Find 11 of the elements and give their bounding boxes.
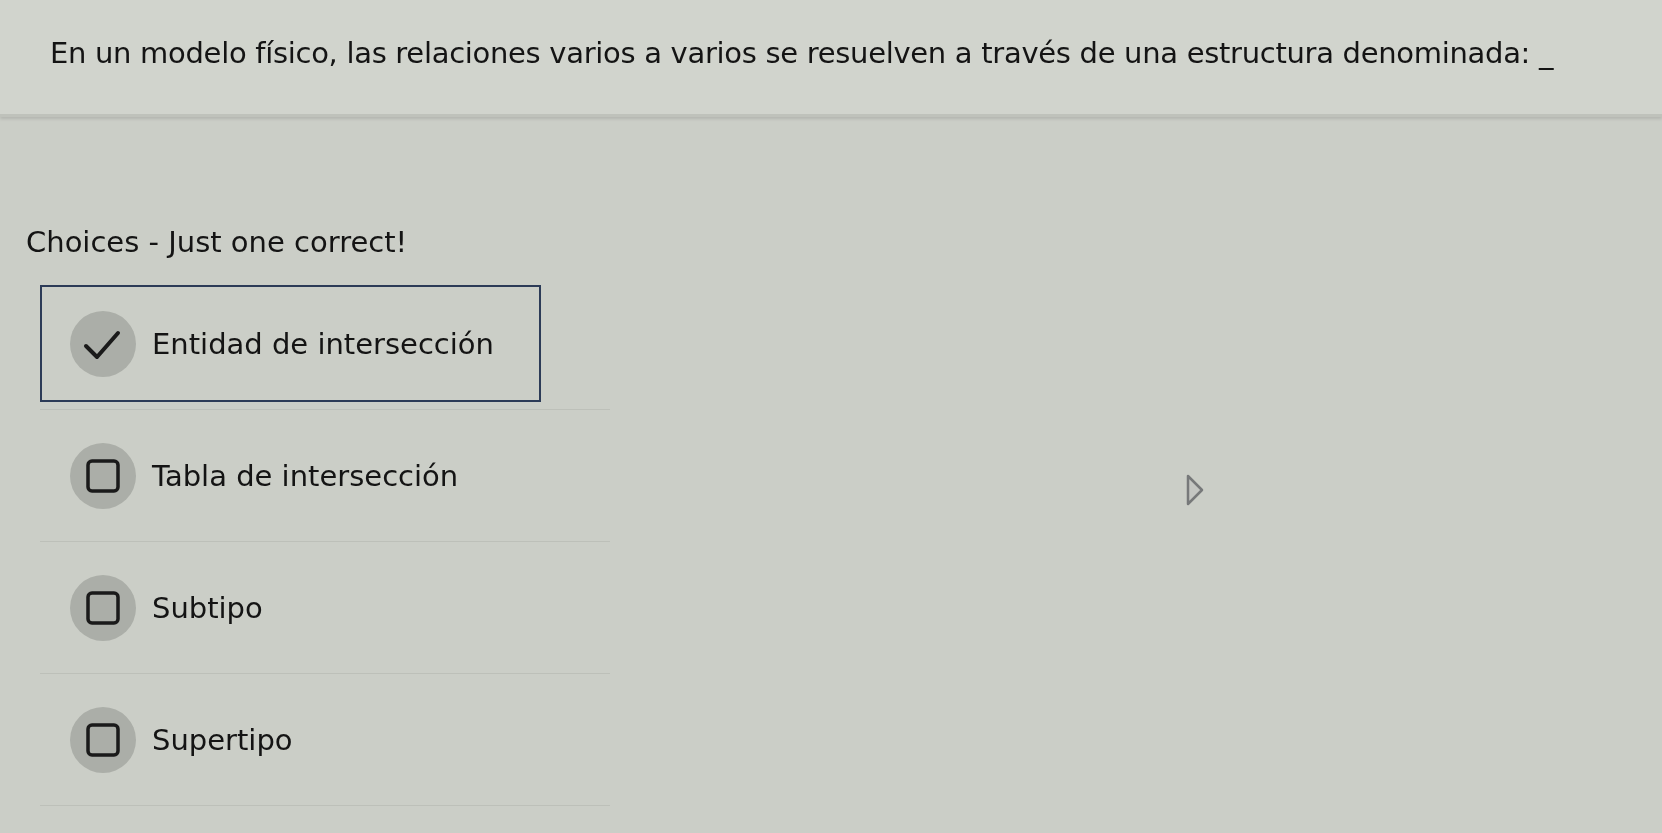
- question-text: En un modelo físico, las relaciones varios a varios se resuelven a través de una estructura denominada: _: [50, 36, 1554, 70]
- checkbox-icon: [70, 706, 136, 773]
- checkbox-icon: [70, 442, 136, 509]
- check-icon: [70, 310, 136, 377]
- mouse-pointer-icon: [1186, 474, 1204, 508]
- choice-option[interactable]: Tabla de intersección: [40, 417, 541, 534]
- choice-option[interactable]: Entidad de intersección: [40, 285, 541, 402]
- choice-option[interactable]: Supertipo: [40, 681, 541, 798]
- choices-heading: Choices - Just one correct!: [26, 224, 408, 261]
- checkbox-icon: [70, 574, 136, 641]
- choice-option[interactable]: Subtipo: [40, 549, 541, 666]
